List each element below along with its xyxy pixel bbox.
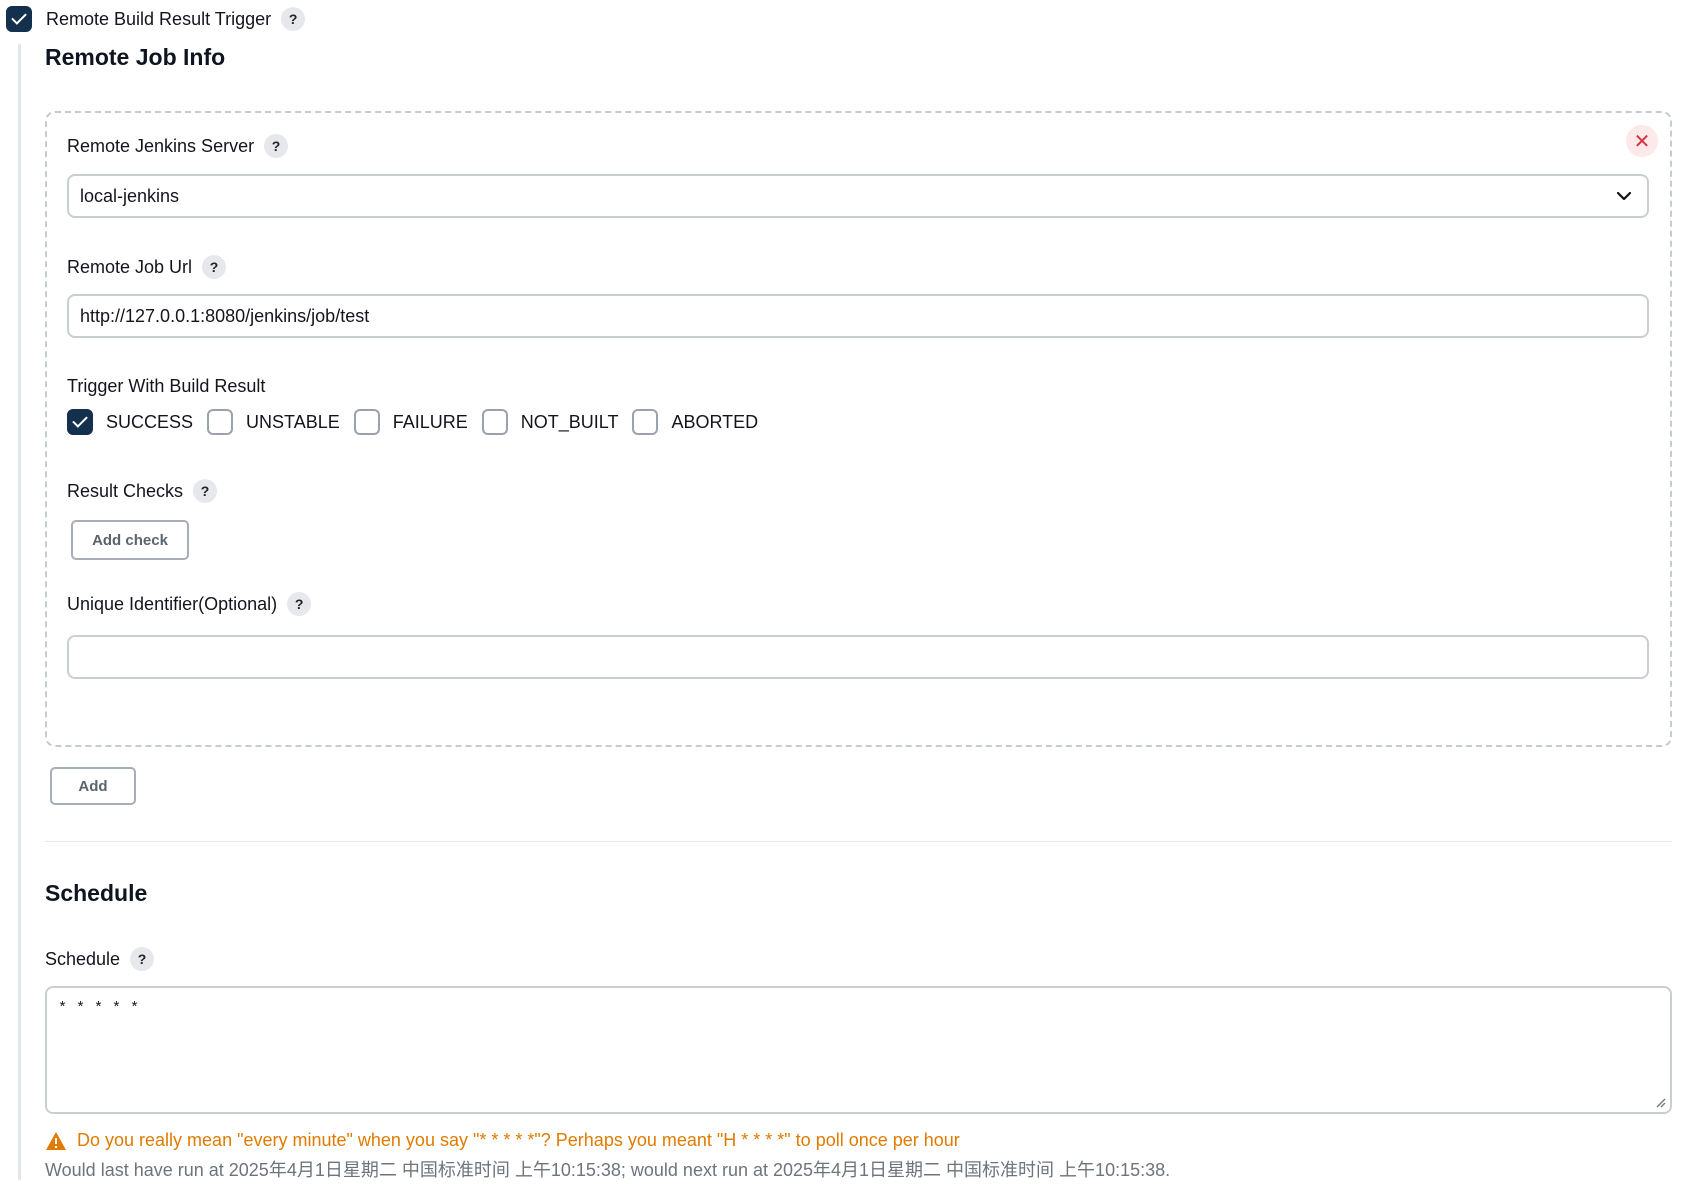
remote-jenkins-server-select[interactable]: local-jenkins bbox=[67, 174, 1649, 218]
result-aborted-label: ABORTED bbox=[671, 411, 759, 432]
remote-job-info-title: Remote Job Info bbox=[45, 44, 226, 70]
remote-build-trigger-checkbox[interactable] bbox=[6, 6, 32, 32]
schedule-textarea[interactable]: * * * * * bbox=[45, 986, 1672, 1114]
warning-icon bbox=[46, 1131, 66, 1150]
trigger-build-result-label: Trigger With Build Result bbox=[67, 376, 266, 396]
remote-jenkins-server-label-row: Remote Jenkins Server ? bbox=[67, 134, 289, 158]
remote-job-url-label-row: Remote Job Url ? bbox=[67, 255, 227, 279]
result-unstable-label: UNSTABLE bbox=[246, 411, 340, 432]
result-checks-label: Result Checks bbox=[67, 480, 184, 501]
help-icon[interactable]: ? bbox=[281, 7, 306, 31]
result-option-success[interactable]: SUCCESS bbox=[67, 409, 193, 435]
schedule-run-info: Would last have run at 2025年4月1日星期二 中国标准… bbox=[45, 1160, 1171, 1180]
close-icon[interactable]: ✕ bbox=[1626, 125, 1658, 157]
remote-jenkins-server-value: local-jenkins bbox=[80, 185, 180, 206]
help-icon[interactable]: ? bbox=[130, 947, 155, 971]
resize-grip-icon[interactable] bbox=[1652, 1094, 1666, 1108]
remote-job-url-value: http://127.0.0.1:8080/jenkins/job/test bbox=[80, 305, 370, 326]
result-failure-label: FAILURE bbox=[392, 411, 468, 432]
remote-build-trigger-label: Remote Build Result Trigger bbox=[46, 8, 272, 29]
result-unstable-checkbox[interactable] bbox=[207, 409, 234, 435]
remote-job-url-input[interactable]: http://127.0.0.1:8080/jenkins/job/test bbox=[67, 294, 1649, 338]
result-failure-checkbox[interactable] bbox=[353, 409, 380, 435]
help-icon[interactable]: ? bbox=[193, 479, 218, 503]
unique-identifier-input[interactable] bbox=[67, 635, 1649, 679]
result-option-not-built[interactable]: NOT_BUILT bbox=[481, 409, 619, 435]
help-icon[interactable]: ? bbox=[287, 592, 312, 616]
result-not-built-checkbox[interactable] bbox=[481, 409, 508, 435]
help-icon[interactable]: ? bbox=[202, 255, 227, 279]
remote-jenkins-server-label: Remote Jenkins Server bbox=[67, 135, 255, 156]
result-option-unstable[interactable]: UNSTABLE bbox=[207, 409, 340, 435]
result-aborted-checkbox[interactable] bbox=[632, 409, 659, 435]
chevron-down-icon bbox=[1616, 191, 1632, 201]
build-result-options: SUCCESS UNSTABLE FAILURE NOT_BUILT ABORT… bbox=[67, 409, 772, 435]
result-option-failure[interactable]: FAILURE bbox=[353, 409, 468, 435]
remote-build-trigger-row: Remote Build Result Trigger ? bbox=[6, 6, 306, 32]
remote-job-info-box: ✕ Remote Jenkins Server ? local-jenkins … bbox=[45, 111, 1672, 747]
schedule-warning-text: Do you really mean "every minute" when y… bbox=[77, 1130, 960, 1150]
schedule-section-title: Schedule bbox=[45, 880, 148, 906]
section-indent-line bbox=[18, 44, 21, 1180]
schedule-value: * * * * * bbox=[58, 1000, 140, 1017]
add-check-button[interactable]: Add check bbox=[71, 520, 189, 560]
result-not-built-label: NOT_BUILT bbox=[520, 411, 619, 432]
result-option-aborted[interactable]: ABORTED bbox=[632, 409, 758, 435]
result-checks-label-row: Result Checks ? bbox=[67, 479, 218, 503]
unique-identifier-label-row: Unique Identifier(Optional) ? bbox=[67, 592, 312, 616]
schedule-warning: Do you really mean "every minute" when y… bbox=[45, 1130, 960, 1151]
result-success-label: SUCCESS bbox=[106, 411, 194, 432]
help-icon[interactable]: ? bbox=[264, 134, 289, 158]
section-divider bbox=[45, 841, 1672, 842]
remote-job-url-label: Remote Job Url bbox=[67, 256, 193, 277]
schedule-label-row: Schedule ? bbox=[45, 947, 155, 971]
result-success-checkbox[interactable] bbox=[67, 409, 93, 435]
schedule-label: Schedule bbox=[45, 948, 121, 969]
unique-identifier-label: Unique Identifier(Optional) bbox=[67, 593, 278, 614]
add-button[interactable]: Add bbox=[50, 767, 136, 805]
